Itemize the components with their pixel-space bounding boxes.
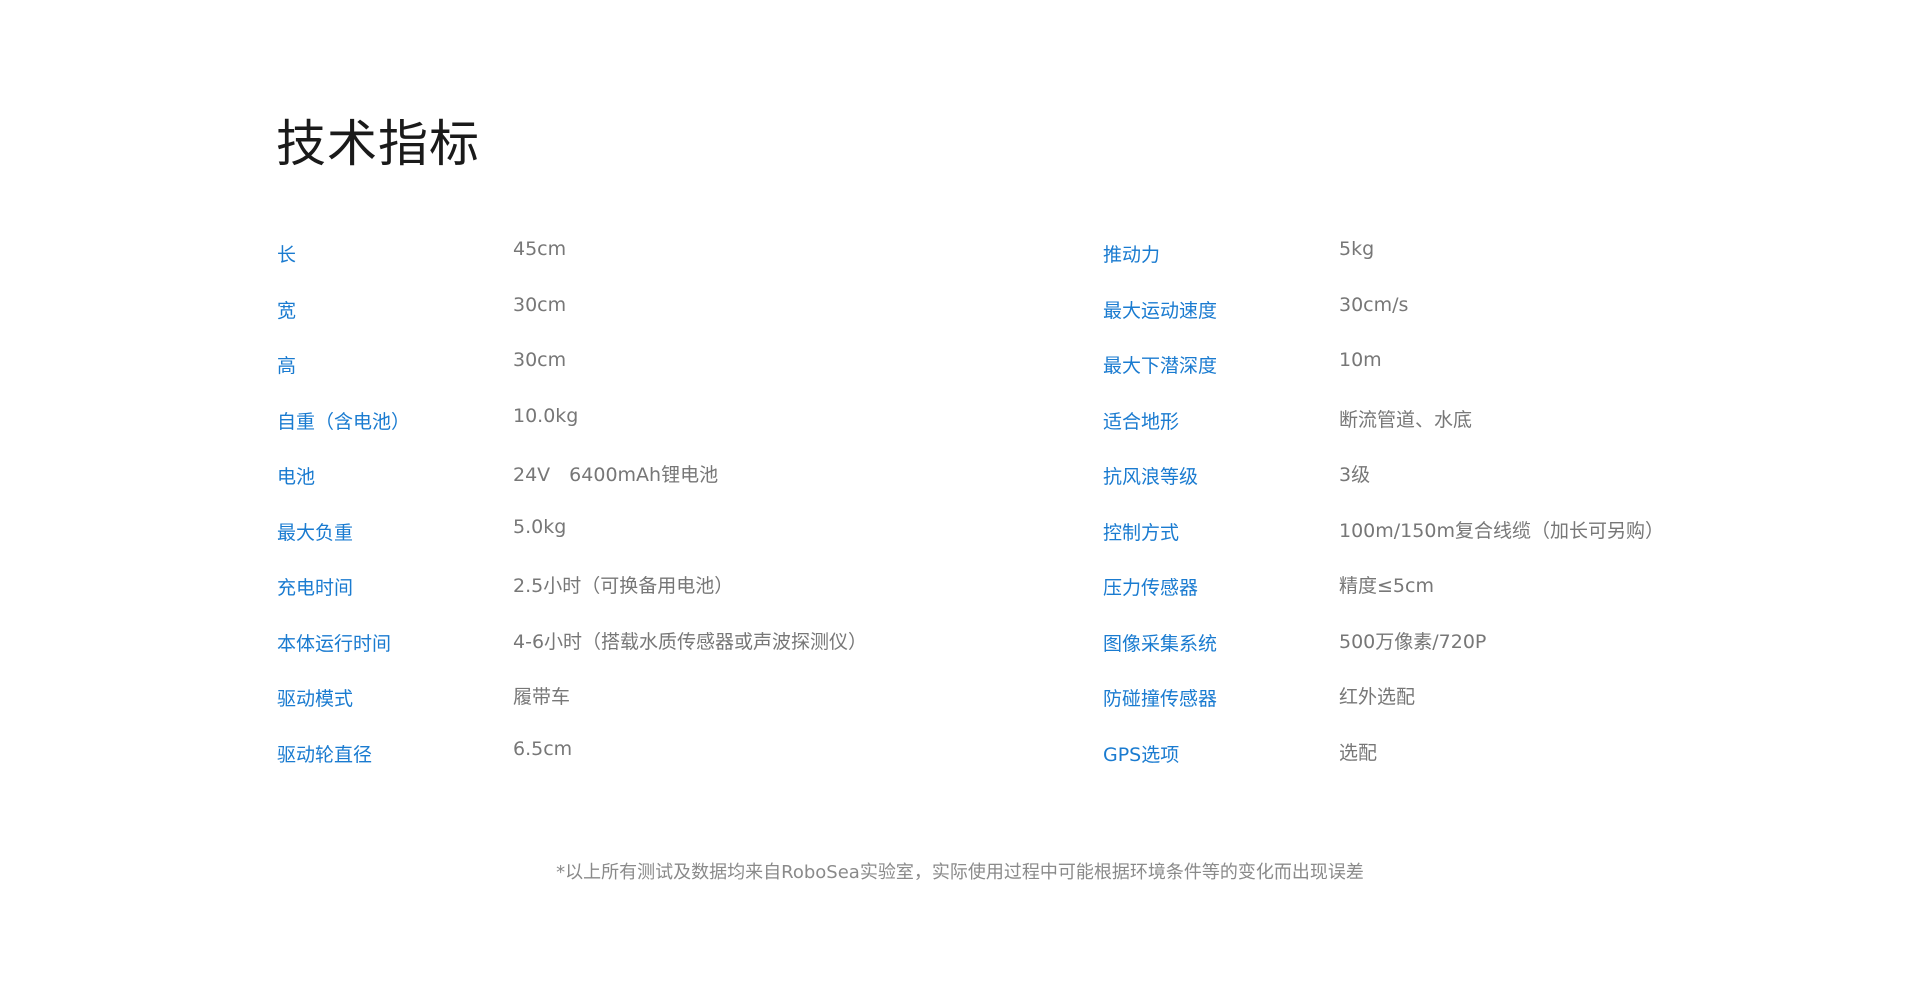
spec-value: 10.0kg bbox=[513, 404, 579, 427]
spec-label: 最大下潜深度 bbox=[1103, 355, 1218, 377]
spec-value: 3级 bbox=[1339, 464, 1371, 486]
spec-row: 高 30cm bbox=[277, 343, 1017, 399]
spec-row: 最大运动速度 30cm/s bbox=[1103, 288, 1843, 344]
spec-row: 自重（含电池） 10.0kg bbox=[277, 399, 1017, 455]
spec-label: 最大运动速度 bbox=[1103, 299, 1218, 322]
spec-value: 履带车 bbox=[513, 686, 571, 708]
spec-value: 红外选配 bbox=[1339, 686, 1416, 708]
spec-value: 24V 6400mAh锂电池 bbox=[513, 464, 719, 486]
spec-label: 图像采集系统 bbox=[1103, 632, 1218, 655]
spec-label: 适合地形 bbox=[1103, 410, 1180, 433]
spec-label: 驱动模式 bbox=[277, 688, 354, 710]
spec-label: 宽 bbox=[277, 299, 297, 322]
spec-value: 45cm bbox=[513, 238, 567, 260]
spec-label: 高 bbox=[277, 355, 297, 377]
spec-row: 适合地形 断流管道、水底 bbox=[1103, 399, 1843, 455]
spec-row: 最大负重 5.0kg bbox=[277, 510, 1017, 566]
spec-label: 自重（含电池） bbox=[277, 410, 411, 433]
spec-row: 驱动模式 履带车 bbox=[277, 676, 1017, 732]
spec-label: 长 bbox=[277, 244, 297, 266]
spec-value: 30cm/s bbox=[1339, 293, 1409, 316]
spec-value: 断流管道、水底 bbox=[1339, 408, 1473, 431]
spec-value: 30cm bbox=[513, 349, 567, 371]
spec-value: 500万像素/720P bbox=[1339, 630, 1487, 653]
spec-row: 充电时间 2.5小时（可换备用电池） bbox=[277, 565, 1017, 621]
spec-row: 长 45cm bbox=[277, 232, 1017, 288]
spec-value: 30cm bbox=[513, 293, 567, 316]
spec-row: 驱动轮直径 6.5cm bbox=[277, 732, 1017, 788]
spec-value: 100m/150m复合线缆（加长可另购） bbox=[1339, 519, 1664, 542]
spec-label: 驱动轮直径 bbox=[277, 743, 373, 766]
spec-label: 防碰撞传感器 bbox=[1103, 688, 1218, 710]
spec-value: 5.0kg bbox=[513, 515, 567, 538]
page-title: 技术指标 bbox=[276, 115, 480, 173]
spec-row: 最大下潜深度 10m bbox=[1103, 343, 1843, 399]
spec-label: 充电时间 bbox=[277, 577, 354, 599]
spec-row: 本体运行时间 4-6小时（搭载水质传感器或声波探测仪） bbox=[277, 621, 1017, 677]
spec-label: 电池 bbox=[277, 466, 316, 488]
spec-row: 压力传感器 精度≤5cm bbox=[1103, 565, 1843, 621]
spec-value: 选配 bbox=[1339, 741, 1378, 764]
spec-row: 宽 30cm bbox=[277, 288, 1017, 344]
spec-label: 最大负重 bbox=[277, 521, 354, 544]
spec-row: 电池 24V 6400mAh锂电池 bbox=[277, 454, 1017, 510]
spec-value: 4-6小时（搭载水质传感器或声波探测仪） bbox=[513, 630, 868, 653]
spec-value: 精度≤5cm bbox=[1339, 575, 1434, 597]
spec-label: 控制方式 bbox=[1103, 521, 1180, 544]
spec-row: 控制方式 100m/150m复合线缆（加长可另购） bbox=[1103, 510, 1843, 566]
spec-list-left: 长 45cm 宽 30cm 高 30cm 自重（含电池） 10.0kg 电池 2… bbox=[277, 232, 1017, 787]
disclaimer-footnote: *以上所有测试及数据均来自RoboSea实验室，实际使用过程中可能根据环境条件等… bbox=[556, 862, 1364, 883]
spec-label: 抗风浪等级 bbox=[1103, 466, 1199, 488]
spec-row: GPS选项 选配 bbox=[1103, 732, 1843, 788]
spec-row: 推动力 5kg bbox=[1103, 232, 1843, 288]
spec-value: 2.5小时（可换备用电池） bbox=[513, 575, 734, 597]
spec-label: GPS选项 bbox=[1103, 743, 1180, 766]
spec-value: 5kg bbox=[1339, 238, 1375, 260]
spec-row: 抗风浪等级 3级 bbox=[1103, 454, 1843, 510]
spec-row: 防碰撞传感器 红外选配 bbox=[1103, 676, 1843, 732]
spec-row: 图像采集系统 500万像素/720P bbox=[1103, 621, 1843, 677]
spec-label: 推动力 bbox=[1103, 244, 1161, 266]
spec-label: 本体运行时间 bbox=[277, 632, 392, 655]
spec-label: 压力传感器 bbox=[1103, 577, 1199, 599]
spec-list-right: 推动力 5kg 最大运动速度 30cm/s 最大下潜深度 10m 适合地形 断流… bbox=[1103, 232, 1843, 787]
spec-value: 10m bbox=[1339, 349, 1382, 371]
spec-value: 6.5cm bbox=[513, 737, 573, 760]
